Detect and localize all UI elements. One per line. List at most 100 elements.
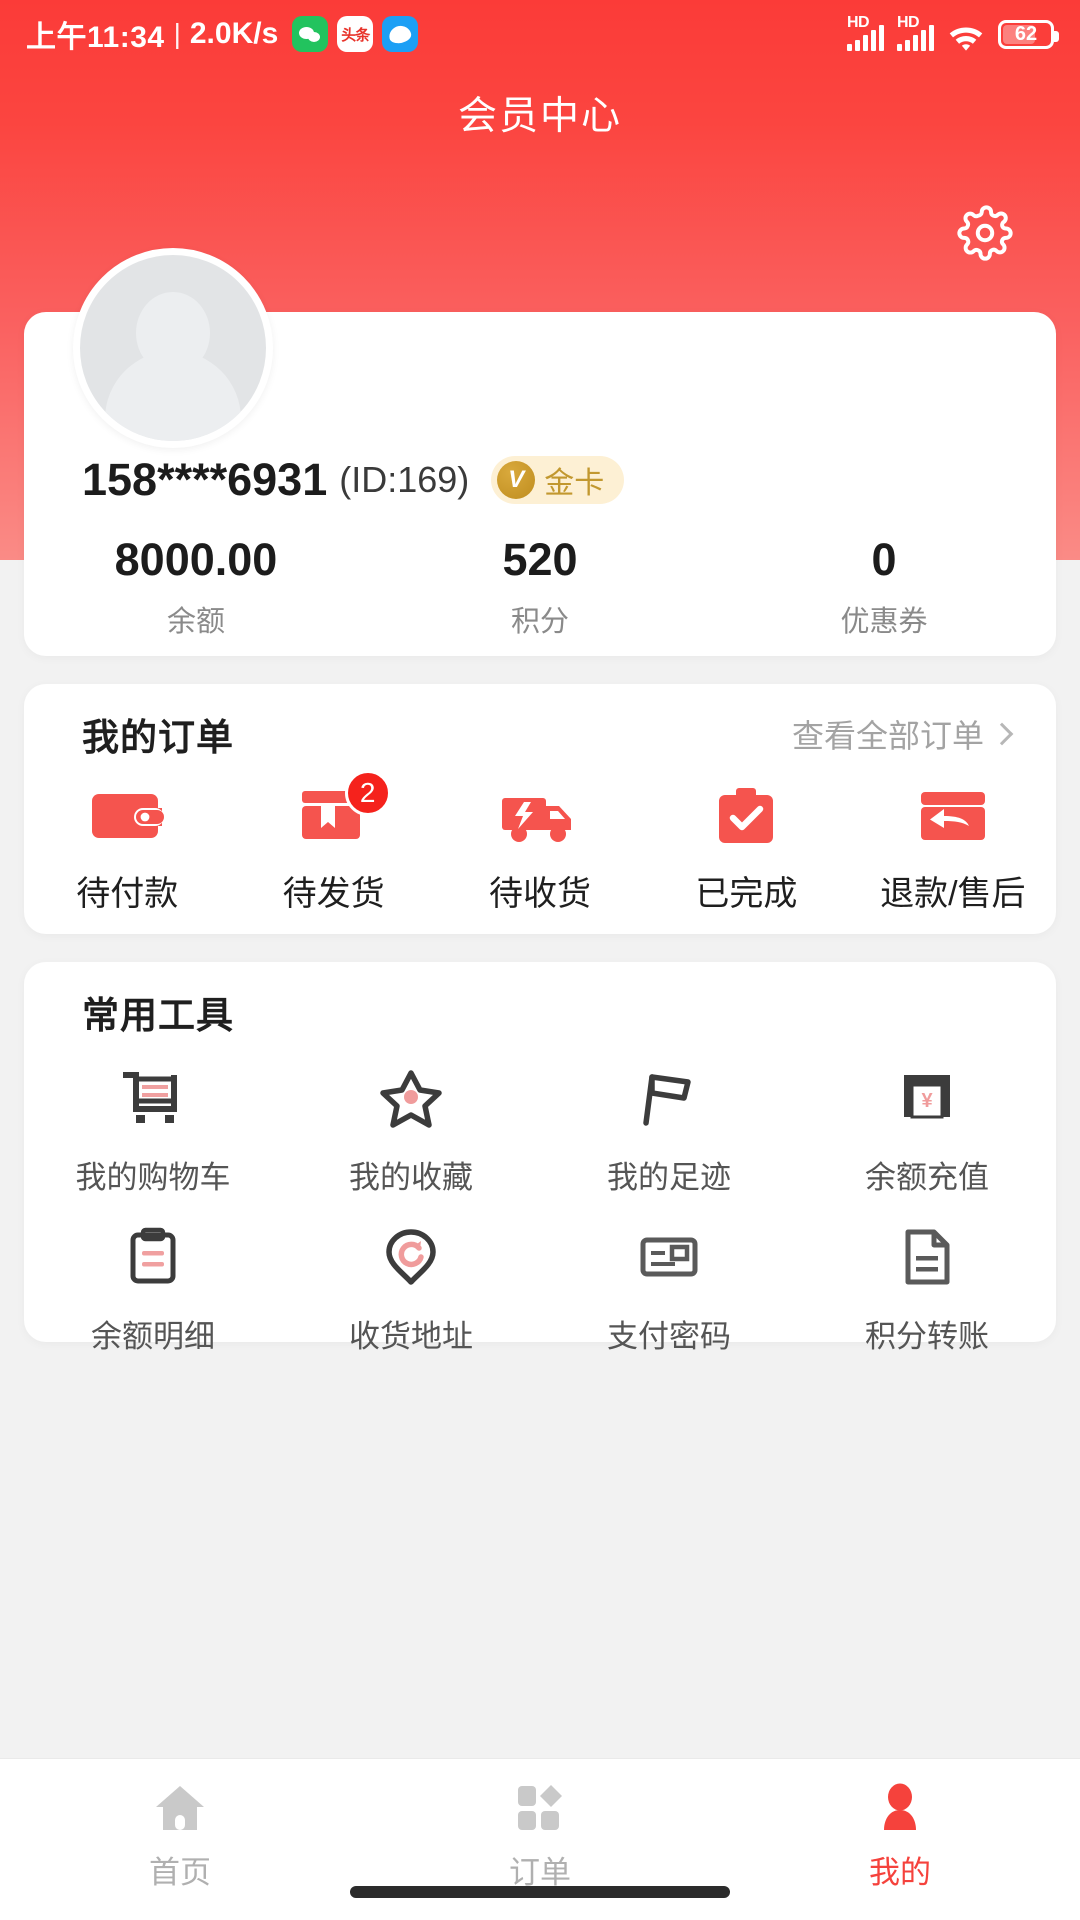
flag-icon bbox=[633, 1062, 705, 1134]
avatar[interactable] bbox=[73, 248, 273, 448]
tool-item-footprints[interactable]: 我的足迹 bbox=[540, 1062, 798, 1197]
tool-label-address: 收货地址 bbox=[349, 1319, 473, 1354]
tool-label-pay-password: 支付密码 bbox=[607, 1319, 731, 1354]
wechat-app-icon bbox=[292, 16, 329, 52]
grid-orders-icon bbox=[514, 1779, 566, 1837]
order-item-pending-payment[interactable]: 待付款 bbox=[24, 784, 230, 915]
home-indicator bbox=[350, 1886, 730, 1898]
stat-coupons-value: 0 bbox=[871, 534, 897, 585]
delivery-truck-icon bbox=[501, 784, 579, 850]
view-all-orders-link[interactable]: 查看全部订单 bbox=[791, 711, 1014, 757]
tools-grid: 我的购物车 我的收藏 我的足迹 ¥ 余额充值 余额明细 收货地址 支付密码 积分… bbox=[24, 1062, 1056, 1380]
tool-item-shopping-cart[interactable]: 我的购物车 bbox=[24, 1062, 282, 1197]
status-app-icons: 头条 bbox=[292, 16, 419, 52]
status-time: 上午11:34 bbox=[26, 21, 165, 54]
tool-label-footprints: 我的足迹 bbox=[607, 1160, 731, 1195]
tool-item-recharge[interactable]: ¥ 余额充值 bbox=[798, 1062, 1056, 1197]
tool-label-recharge: 余额充值 bbox=[865, 1160, 989, 1195]
status-bar: 上午11:34 | 2.0K/s 头条 HD HD 62 bbox=[0, 0, 1080, 68]
order-label-completed: 已完成 bbox=[695, 875, 798, 913]
tool-item-address[interactable]: 收货地址 bbox=[282, 1221, 540, 1356]
stat-coupons-label: 优惠券 bbox=[840, 606, 928, 638]
orders-title: 我的订单 bbox=[82, 717, 234, 758]
profile-stats: 8000.00 余额 520 积分 0 优惠券 bbox=[24, 534, 1056, 640]
battery-level: 62 bbox=[1014, 22, 1038, 45]
wallet-icon bbox=[88, 784, 166, 850]
avatar-body-shape bbox=[105, 351, 241, 441]
network-speed: 2.0K/s bbox=[189, 17, 279, 50]
clipboard-list-icon bbox=[117, 1221, 189, 1293]
profile-name-row: 158****6931 (ID:169) V 金卡 bbox=[82, 454, 625, 506]
order-status-row: 待付款 2 待发货 待收货 已完成 退款/售后 bbox=[24, 770, 1056, 915]
tools-card: 常用工具 我的购物车 我的收藏 我的足迹 ¥ 余额充值 余额明细 收货地址 支付… bbox=[24, 962, 1056, 1354]
shopping-cart-icon bbox=[117, 1062, 189, 1134]
location-pin-icon bbox=[375, 1221, 447, 1293]
tab-label-home: 首页 bbox=[149, 1855, 211, 1890]
package-box-icon: 2 bbox=[295, 770, 391, 850]
atm-cash-icon: ¥ bbox=[891, 1062, 963, 1134]
home-icon bbox=[153, 1779, 207, 1837]
tool-label-points-transfer: 积分转账 bbox=[865, 1319, 989, 1354]
chevron-right-icon bbox=[990, 722, 1014, 746]
gear-icon bbox=[957, 204, 1013, 266]
tab-mine[interactable]: 我的 bbox=[720, 1779, 1080, 1892]
stat-points-value: 520 bbox=[502, 534, 578, 585]
vip-badge[interactable]: V 金卡 bbox=[491, 456, 625, 504]
stat-balance[interactable]: 8000.00 余额 bbox=[24, 534, 368, 640]
tool-item-favorites[interactable]: 我的收藏 bbox=[282, 1062, 540, 1197]
tab-label-mine: 我的 bbox=[869, 1855, 931, 1890]
tool-item-pay-password[interactable]: 支付密码 bbox=[540, 1221, 798, 1356]
order-label-refund: 退款/售后 bbox=[880, 875, 1026, 913]
tools-title: 常用工具 bbox=[82, 995, 234, 1036]
settings-button[interactable] bbox=[955, 204, 1015, 266]
view-all-orders-label: 查看全部订单 bbox=[791, 718, 984, 754]
tab-orders[interactable]: 订单 bbox=[360, 1779, 720, 1892]
clipboard-check-icon bbox=[707, 784, 785, 850]
star-icon bbox=[375, 1062, 447, 1134]
vip-medal-icon: V bbox=[497, 461, 536, 499]
battery-icon: 62 bbox=[998, 19, 1059, 49]
tool-label-favorites: 我的收藏 bbox=[349, 1160, 473, 1195]
stat-balance-label: 余额 bbox=[166, 606, 225, 638]
toutiao-app-icon: 头条 bbox=[337, 16, 374, 52]
signal-icon-2: HD bbox=[897, 14, 934, 51]
refund-card-icon bbox=[914, 784, 992, 850]
stat-points[interactable]: 520 积分 bbox=[368, 534, 712, 640]
wifi-icon bbox=[947, 19, 985, 51]
document-icon bbox=[891, 1221, 963, 1293]
order-item-pending-receipt[interactable]: 待收货 bbox=[437, 784, 643, 915]
bottom-tab-bar: 首页 订单 我的 bbox=[0, 1758, 1080, 1920]
page-title: 会员中心 bbox=[457, 95, 622, 138]
order-label-pending-shipment: 待发货 bbox=[282, 875, 385, 913]
tool-label-balance-detail: 余额明细 bbox=[91, 1319, 215, 1354]
hd-label-1: HD bbox=[847, 14, 870, 31]
tool-item-points-transfer[interactable]: 积分转账 bbox=[798, 1221, 1056, 1356]
vip-label: 金卡 bbox=[544, 467, 605, 500]
tool-label-shopping-cart: 我的购物车 bbox=[75, 1160, 231, 1195]
stat-balance-value: 8000.00 bbox=[114, 534, 278, 585]
svg-text:¥: ¥ bbox=[921, 1090, 933, 1112]
order-item-pending-shipment[interactable]: 2 待发货 bbox=[230, 770, 436, 915]
tab-home[interactable]: 首页 bbox=[0, 1779, 360, 1892]
blue-app-icon bbox=[382, 16, 419, 52]
person-icon bbox=[875, 1779, 925, 1837]
user-id: (ID:169) bbox=[339, 459, 470, 500]
status-bar-left: 上午11:34 | 2.0K/s 头条 bbox=[26, 12, 419, 56]
status-bar-right: HD HD 62 bbox=[847, 14, 1059, 51]
user-phone: 158****6931 bbox=[82, 454, 328, 505]
order-label-pending-receipt: 待收货 bbox=[489, 875, 592, 913]
tools-header: 常用工具 bbox=[24, 962, 1056, 1062]
status-separator: | bbox=[173, 18, 181, 49]
order-label-pending-payment: 待付款 bbox=[76, 875, 179, 913]
signal-icon-1: HD bbox=[847, 14, 884, 51]
stat-points-label: 积分 bbox=[510, 606, 569, 638]
hd-label-2: HD bbox=[897, 14, 920, 31]
id-card-icon bbox=[633, 1221, 705, 1293]
orders-header: 我的订单 查看全部订单 bbox=[24, 684, 1056, 784]
order-item-refund[interactable]: 退款/售后 bbox=[850, 784, 1056, 915]
order-item-completed[interactable]: 已完成 bbox=[643, 784, 849, 915]
orders-card: 我的订单 查看全部订单 待付款 2 待发货 待收货 已完成 退款/售后 bbox=[24, 684, 1056, 934]
tool-item-balance-detail[interactable]: 余额明细 bbox=[24, 1221, 282, 1356]
stat-coupons[interactable]: 0 优惠券 bbox=[712, 534, 1056, 640]
order-badge-pending-shipment: 2 bbox=[344, 770, 391, 816]
